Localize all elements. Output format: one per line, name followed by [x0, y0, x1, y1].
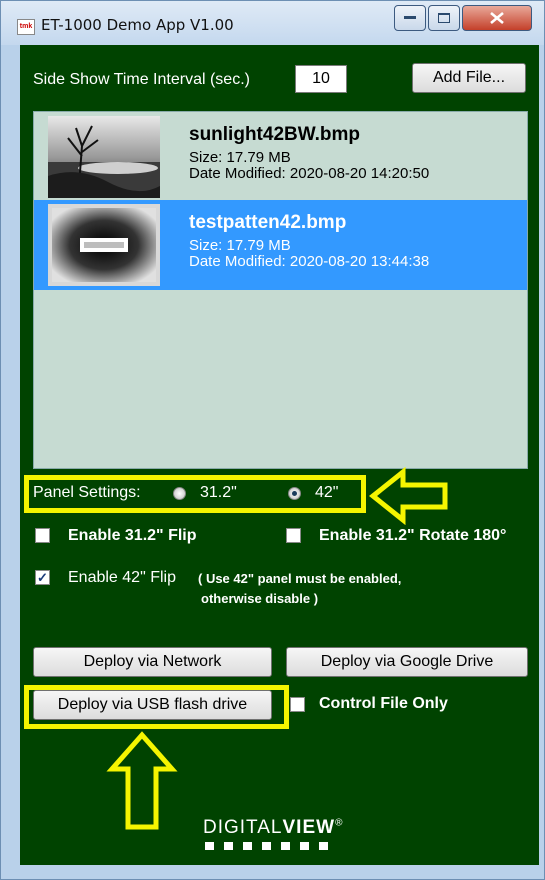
minimize-icon: [404, 16, 416, 19]
main-panel: Side Show Time Interval (sec.) 10 Add Fi…: [20, 45, 539, 865]
close-button[interactable]: [462, 5, 532, 31]
flip-42-note-2: otherwise disable ): [201, 591, 319, 606]
logo-text-light: DIGITAL: [203, 817, 283, 838]
title-bar[interactable]: tmk ET-1000 Demo App V1.00: [1, 1, 544, 45]
window-title: ET-1000 Demo App V1.00: [41, 16, 234, 34]
deploy-google-drive-button[interactable]: Deploy via Google Drive: [286, 647, 528, 677]
flip-42-label: Enable 42" Flip: [68, 569, 176, 586]
interval-label: Side Show Time Interval (sec.): [33, 71, 250, 88]
app-window: tmk ET-1000 Demo App V1.00 Side Show Tim…: [0, 0, 545, 880]
file-date: Date Modified: 2020-08-20 13:44:38: [189, 253, 430, 270]
rotate-31-checkbox[interactable]: [286, 528, 301, 543]
file-date: Date Modified: 2020-08-20 14:20:50: [189, 165, 430, 182]
interval-input[interactable]: 10: [295, 65, 347, 93]
rotate-31-label: Enable 31.2" Rotate 180°: [319, 527, 507, 544]
arrow-up-icon: [106, 731, 178, 830]
flip-42-checkbox[interactable]: ✓: [35, 570, 50, 585]
minimize-button[interactable]: [394, 5, 426, 31]
flip-31-checkbox[interactable]: [35, 528, 50, 543]
maximize-icon: [438, 13, 450, 23]
file-size: Size: 17.79 MB: [189, 237, 291, 254]
file-name: sunlight42BW.bmp: [189, 124, 360, 145]
logo-mark: ®: [335, 817, 344, 829]
file-list-item[interactable]: sunlight42BW.bmp Size: 17.79 MB Date Mod…: [34, 112, 527, 202]
logo-text-bold: VIEW: [282, 817, 336, 838]
close-icon: [490, 12, 504, 24]
panel-settings-highlight: [24, 475, 366, 513]
arrow-left-icon: [369, 467, 448, 525]
deploy-network-button[interactable]: Deploy via Network: [33, 647, 272, 677]
flip-42-note: ( Use 42" panel must be enabled,: [198, 571, 402, 586]
file-list[interactable]: sunlight42BW.bmp Size: 17.79 MB Date Mod…: [33, 111, 528, 469]
control-file-only-label: Control File Only: [319, 695, 448, 712]
file-list-item-selected[interactable]: testpatten42.bmp Size: 17.79 MB Date Mod…: [34, 200, 527, 290]
maximize-button[interactable]: [428, 5, 460, 31]
control-file-only-checkbox[interactable]: [290, 697, 305, 712]
app-icon: tmk: [17, 19, 35, 35]
digitalview-logo: DIGITALVIEW®: [203, 817, 343, 850]
usb-button-highlight: [24, 685, 289, 729]
file-name: testpatten42.bmp: [189, 212, 347, 233]
file-thumbnail-image: [48, 116, 160, 198]
file-thumbnail-image: [48, 204, 160, 286]
logo-dots: [205, 842, 343, 850]
file-size: Size: 17.79 MB: [189, 149, 291, 166]
flip-31-label: Enable 31.2" Flip: [68, 527, 197, 544]
add-file-button[interactable]: Add File...: [412, 63, 526, 93]
